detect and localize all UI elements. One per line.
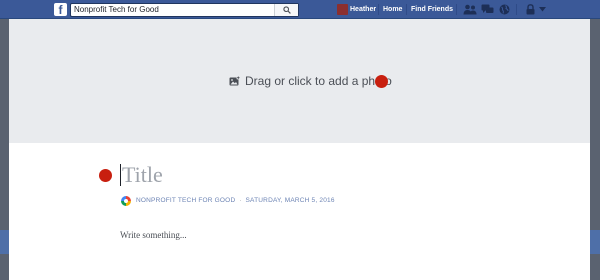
note-editor: Drag or click to add a photo Title NONPR… (9, 19, 590, 280)
text-cursor (120, 164, 121, 186)
home-link[interactable]: Home (383, 5, 402, 14)
cover-photo-prompt[interactable]: Drag or click to add a photo (229, 74, 392, 88)
profile-avatar[interactable] (337, 4, 348, 15)
add-photo-icon (229, 76, 240, 86)
annotation-marker (375, 75, 388, 88)
byline: NONPROFIT TECH FOR GOOD · SATURDAY, MARC… (120, 195, 335, 207)
nav-divider (378, 4, 379, 15)
notifications-globe-icon[interactable] (499, 4, 510, 15)
search-button[interactable] (274, 4, 298, 16)
nav-divider (406, 4, 407, 15)
nav-divider (516, 4, 517, 15)
byline-separator: · (239, 197, 242, 204)
page-background-right-accent (590, 230, 600, 254)
search-icon (283, 6, 291, 14)
profile-link[interactable]: Heather (350, 5, 376, 14)
cover-photo-label: Drag or click to add a photo (245, 74, 392, 88)
page-background-left-accent (0, 230, 9, 254)
page-name-link[interactable]: NONPROFIT TECH FOR GOOD (136, 195, 235, 207)
page-avatar[interactable] (120, 195, 132, 207)
friend-requests-icon[interactable] (463, 4, 477, 15)
lock-icon[interactable] (526, 4, 535, 15)
chevron-down-icon[interactable] (539, 7, 546, 12)
search-box (70, 3, 299, 17)
facebook-logo[interactable]: f (54, 3, 67, 17)
find-friends-link[interactable]: Find Friends (411, 5, 453, 14)
note-body-input[interactable]: Write something... (120, 229, 187, 241)
top-navigation-bar: f Heather Home Find Friends (0, 0, 600, 19)
messages-icon[interactable] (481, 4, 494, 15)
annotation-marker (99, 169, 112, 182)
cover-photo-dropzone[interactable]: Drag or click to add a photo (9, 19, 590, 143)
nav-divider (456, 4, 457, 15)
search-input[interactable] (71, 4, 275, 16)
title-input[interactable]: Title (122, 162, 163, 188)
note-date: SATURDAY, MARCH 5, 2016 (245, 197, 335, 204)
